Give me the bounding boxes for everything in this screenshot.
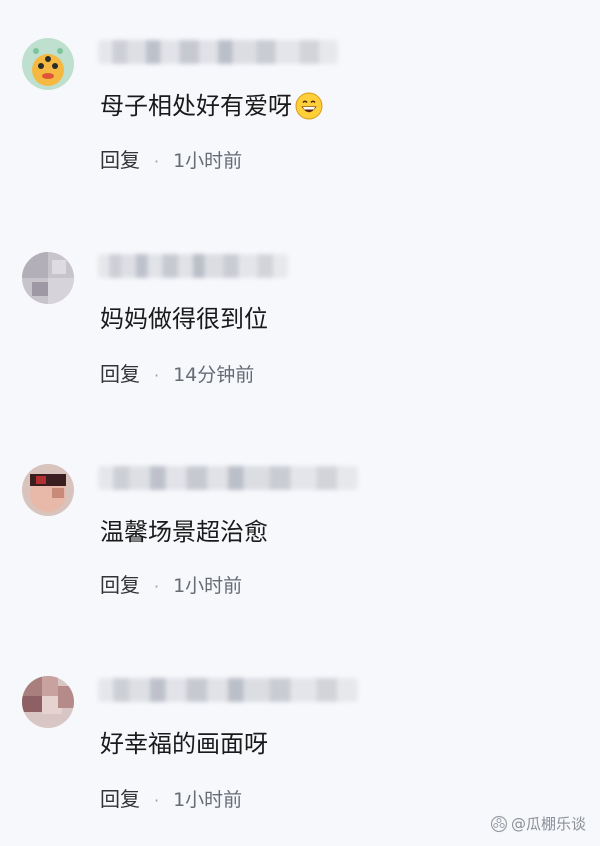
- reply-button[interactable]: 回复: [100, 573, 140, 597]
- timestamp: 1小时前: [173, 150, 243, 172]
- timestamp: 1小时前: [173, 575, 243, 597]
- username-redacted[interactable]: [98, 254, 288, 278]
- comment-meta: 回复 · 1小时前: [100, 573, 242, 599]
- comment-meta: 回复 · 1小时前: [100, 148, 242, 174]
- camera-flower-icon: [490, 815, 508, 833]
- separator-dot: ·: [154, 152, 160, 171]
- comment-text: 温馨场景超治愈: [100, 518, 268, 546]
- watermark: @瓜棚乐谈: [490, 813, 586, 834]
- comment-meta: 回复 · 14分钟前: [100, 362, 254, 388]
- reply-button[interactable]: 回复: [100, 787, 140, 811]
- avatar[interactable]: [22, 252, 74, 304]
- timestamp: 1小时前: [173, 789, 243, 811]
- comment-text: 母子相处好有爱呀: [100, 90, 323, 122]
- comment-item: 温馨场景超治愈 回复 · 1小时前: [0, 424, 600, 624]
- separator-dot: ·: [154, 366, 160, 385]
- watermark-text: @瓜棚乐谈: [510, 815, 586, 833]
- reply-button[interactable]: 回复: [100, 148, 140, 172]
- avatar[interactable]: [22, 676, 74, 728]
- grinning-face-icon: [295, 92, 323, 120]
- comment-text: 好幸福的画面呀: [100, 730, 268, 758]
- comment-meta: 回复 · 1小时前: [100, 787, 242, 813]
- reply-button[interactable]: 回复: [100, 362, 140, 386]
- comment-text: 妈妈做得很到位: [100, 305, 268, 333]
- comment-item: 好幸福的画面呀 回复 · 1小时前: [0, 636, 600, 836]
- username-redacted[interactable]: [98, 678, 358, 702]
- username-redacted[interactable]: [98, 466, 358, 490]
- separator-dot: ·: [154, 577, 160, 596]
- separator-dot: ·: [154, 791, 160, 810]
- comment-item: 妈妈做得很到位 回复 · 14分钟前: [0, 212, 600, 412]
- comment-item: 母子相处好有爱呀 回复 · 1小时前: [0, 0, 600, 200]
- timestamp: 14分钟前: [173, 364, 255, 386]
- avatar[interactable]: [22, 464, 74, 516]
- username-redacted[interactable]: [98, 40, 338, 64]
- avatar[interactable]: [22, 38, 74, 90]
